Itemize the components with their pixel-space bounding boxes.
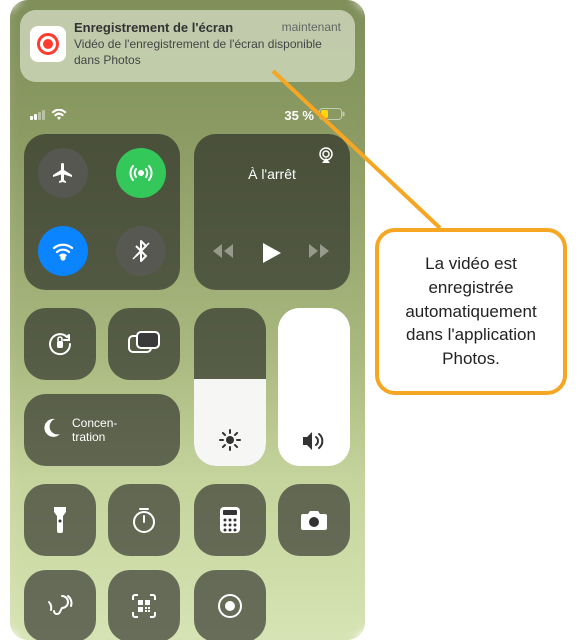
hearing-button[interactable] [24, 570, 96, 640]
callout-text: La vidéo est enregistrée automatiquement… [405, 254, 536, 368]
phone-screen: Enregistrement de l'écran maintenant Vid… [10, 0, 365, 640]
brightness-icon [194, 428, 266, 452]
media-title: À l'arrêt [194, 166, 350, 182]
flashlight-button[interactable] [24, 484, 96, 556]
notification-body: Vidéo de l'enregistrement de l'écran dis… [74, 37, 341, 68]
wifi-button[interactable] [38, 226, 88, 276]
volume-icon [278, 430, 350, 452]
signal-icon [30, 108, 46, 123]
focus-label: Concen- tration [72, 416, 117, 445]
screen-record-button[interactable] [194, 570, 266, 640]
next-track-icon[interactable] [309, 243, 331, 268]
media-player[interactable]: À l'arrêt [194, 134, 350, 290]
bluetooth-button[interactable] [116, 226, 166, 276]
qr-scan-button[interactable] [108, 570, 180, 640]
orientation-lock-button[interactable] [24, 308, 96, 380]
screen-recording-notification[interactable]: Enregistrement de l'écran maintenant Vid… [20, 10, 355, 82]
previous-track-icon[interactable] [213, 243, 235, 268]
play-icon[interactable] [263, 243, 281, 268]
screen-mirroring-button[interactable] [108, 308, 180, 380]
brightness-slider[interactable] [194, 308, 266, 466]
cellular-data-button[interactable] [116, 148, 166, 198]
control-center: À l'arrêt Concen- tr [24, 134, 351, 630]
notification-time: maintenant [282, 20, 341, 34]
camera-button[interactable] [278, 484, 350, 556]
battery-icon [319, 108, 345, 123]
volume-slider[interactable] [278, 308, 350, 466]
connectivity-group [24, 134, 180, 290]
focus-mode-button[interactable]: Concen- tration [24, 394, 180, 466]
calculator-button[interactable] [194, 484, 266, 556]
battery-text: 35 % [284, 108, 314, 123]
status-bar: 35 % [10, 104, 365, 126]
moon-icon [40, 417, 62, 444]
airplane-mode-button[interactable] [38, 148, 88, 198]
wifi-icon [51, 109, 67, 121]
annotation-callout: La vidéo est enregistrée automatiquement… [375, 228, 567, 395]
timer-button[interactable] [108, 484, 180, 556]
record-icon [30, 26, 66, 62]
